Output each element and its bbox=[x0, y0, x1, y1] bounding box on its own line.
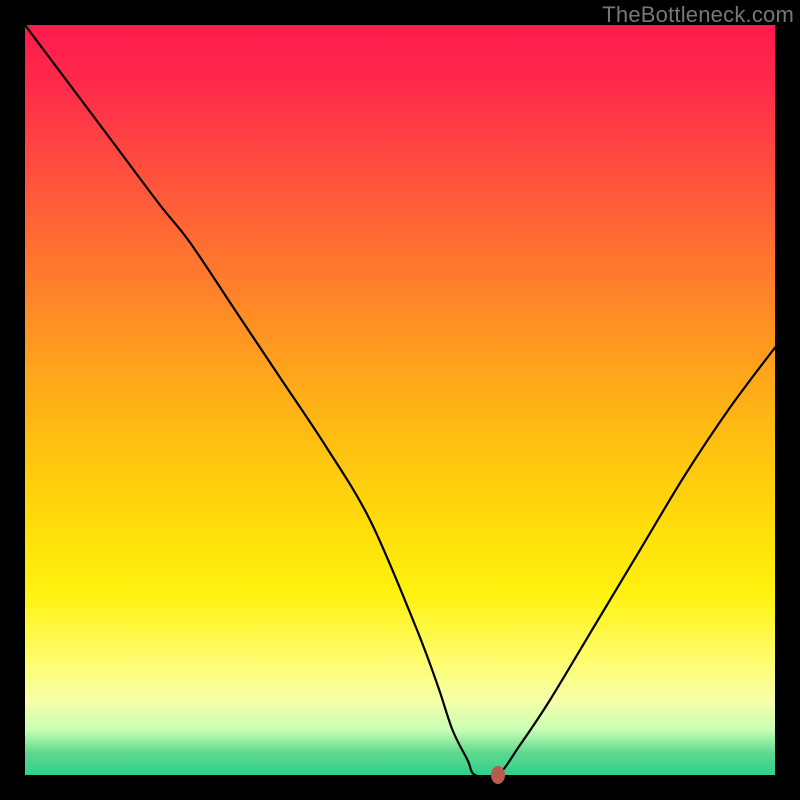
plot-area bbox=[25, 25, 775, 775]
marker-dot bbox=[491, 766, 505, 784]
chart-frame: TheBottleneck.com bbox=[0, 0, 800, 800]
bottleneck-curve bbox=[25, 25, 775, 775]
curve-svg bbox=[25, 25, 775, 775]
